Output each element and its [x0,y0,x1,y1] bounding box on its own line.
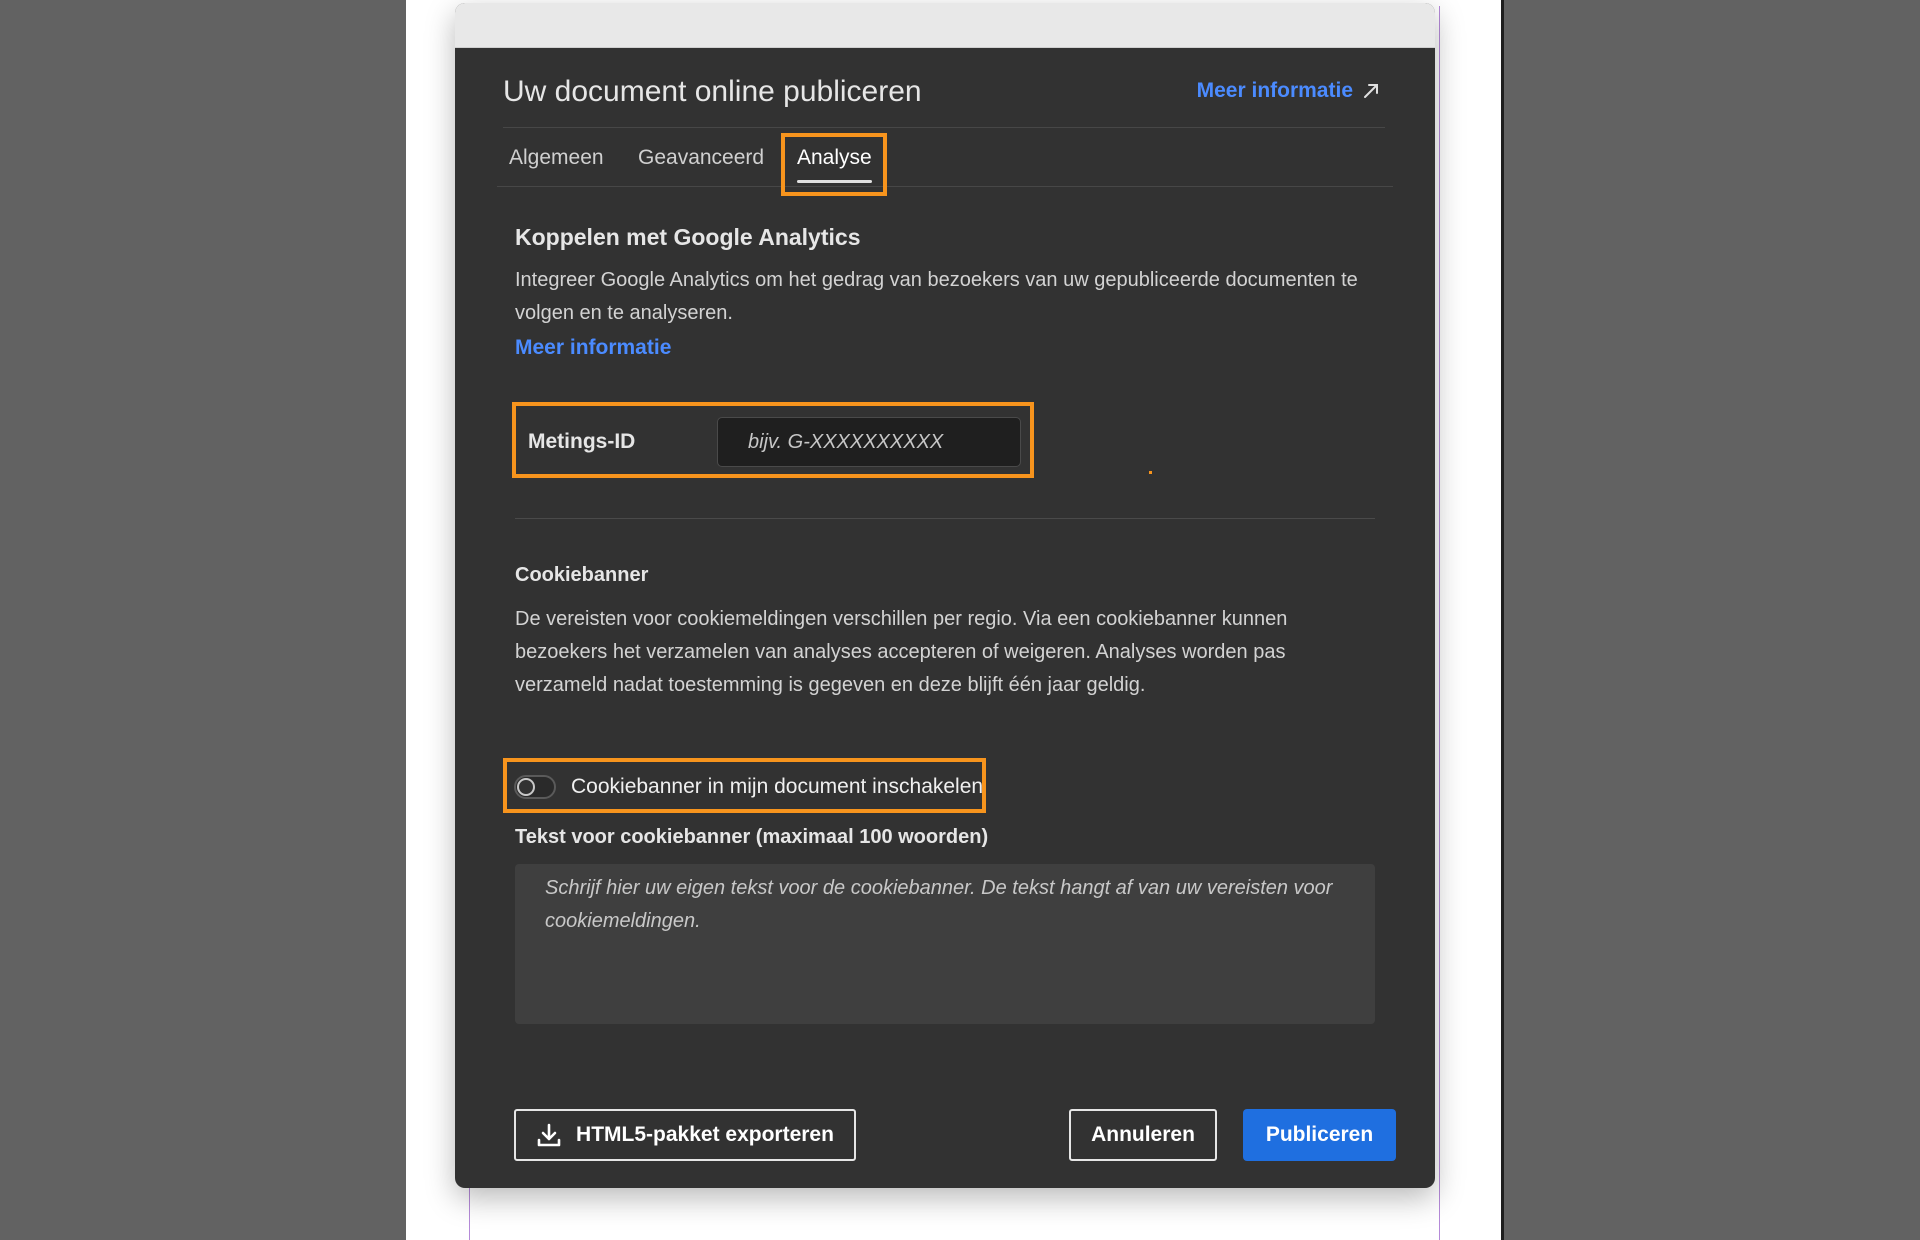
dialog-header: Uw document online publiceren Meer infor… [503,47,1385,128]
help-link-label: Meer informatie [1196,79,1353,102]
window-titlebar[interactable] [455,3,1435,48]
help-link[interactable]: Meer informatie [1197,79,1381,103]
highlight-analyse-tab [781,133,887,196]
stray-marker [1149,471,1152,474]
cookie-text-area[interactable] [515,864,1375,1024]
publish-dialog: Uw document online publiceren Meer infor… [455,3,1435,1188]
cookie-heading: Cookiebanner [515,564,649,586]
cookie-text-label: Tekst voor cookiebanner (maximaal 100 wo… [515,826,989,848]
publish-button[interactable]: Publiceren [1243,1109,1396,1161]
cookie-description: De vereisten voor cookiemeldingen versch… [515,608,1288,696]
analytics-heading: Koppelen met Google Analytics [515,224,861,250]
cancel-button[interactable]: Annuleren [1069,1109,1217,1161]
measurement-id-label: Metings-ID [528,430,636,453]
page-edge [1501,0,1504,1240]
cookie-toggle-label[interactable]: Cookiebanner in mijn document inschakele… [571,775,983,799]
guide-line-right [1439,6,1440,1240]
download-icon [536,1122,562,1148]
toggle-knob [517,778,535,796]
analytics-description: Integreer Google Analytics om het gedrag… [515,269,1358,324]
analytics-more-link[interactable]: Meer informatie [515,336,671,360]
section-divider [515,518,1375,519]
tab-algemeen[interactable]: Algemeen [509,128,604,186]
dialog-title: Uw document online publiceren [503,75,922,108]
tab-bar: Algemeen Geavanceerd Analyse [497,128,1393,187]
external-arrow-icon [1364,84,1378,98]
export-html5-button[interactable]: HTML5-pakket exporteren [514,1109,856,1161]
export-label: HTML5-pakket exporteren [576,1123,834,1146]
measurement-id-input[interactable] [717,417,1021,467]
cookie-banner-toggle[interactable] [514,775,556,799]
tab-geavanceerd[interactable]: Geavanceerd [638,128,764,186]
